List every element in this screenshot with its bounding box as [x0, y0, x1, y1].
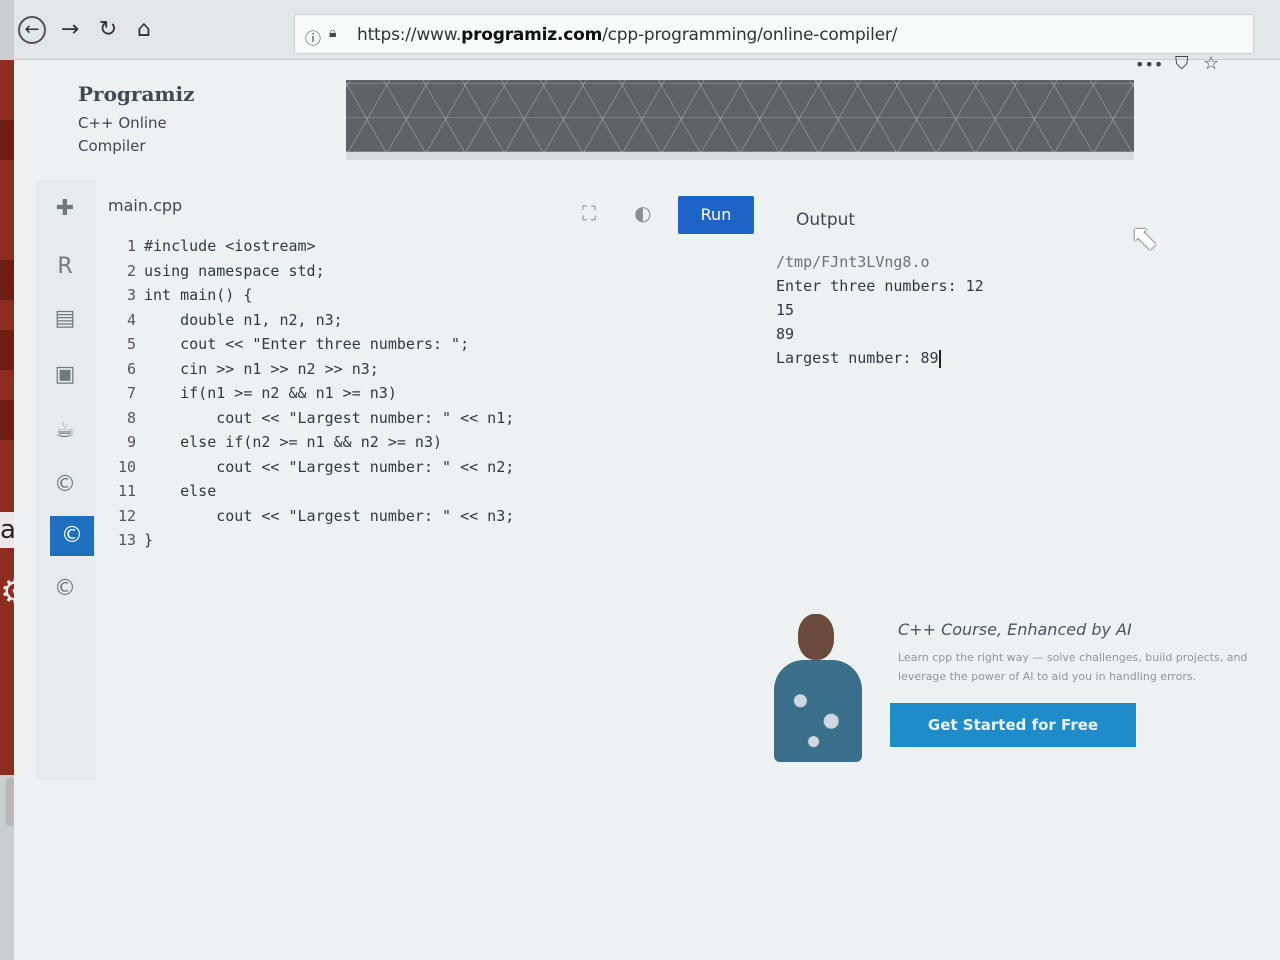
header-banner[interactable] — [346, 80, 1134, 160]
line-number: 4 — [126, 310, 136, 329]
code-text: cout << "Enter three numbers: "; — [144, 335, 470, 353]
code-text: cin >> n1 >> n2 >> n3; — [144, 359, 379, 378]
home-icon[interactable]: ⌂ — [130, 16, 158, 44]
ad-description: Learn cpp the right way — solve challeng… — [898, 651, 1248, 683]
language-sidebar: ✚ R ▤ ▣ ☕ © © © — [36, 180, 96, 780]
line-number: 13 — [117, 531, 136, 549]
file-tab-main-cpp[interactable]: main.cpp — [108, 196, 182, 215]
code-text: #include <iostream> — [144, 237, 316, 255]
line-number: 7 — [126, 384, 136, 402]
url-text[interactable]: https://www.programiz.com/cpp-programmin… — [357, 25, 897, 45]
code-line[interactable]: 7 if(n1 >= n2 && n1 >= n3) — [106, 381, 666, 406]
python-icon[interactable]: ✚ — [50, 194, 80, 224]
csharp-icon[interactable]: © — [50, 574, 80, 604]
lock-icon: 🔒︎ — [329, 25, 337, 41]
fullscreen-icon[interactable]: ⛶ — [574, 198, 604, 228]
output-line: 15 — [776, 301, 795, 319]
forward-arrow-icon[interactable]: → — [56, 16, 84, 44]
code-line[interactable]: 3 int main() { — [106, 283, 666, 308]
output-line: Largest number: 89 — [776, 349, 941, 368]
line-number: 8 — [126, 408, 136, 427]
code-line[interactable]: 9 else if(n2 >= n1 && n2 >= n3) — [106, 430, 666, 455]
back-arrow-icon[interactable]: ← — [18, 16, 46, 44]
line-number: 2 — [126, 261, 136, 280]
cpp-language-icon[interactable]: © — [50, 516, 94, 556]
mouse-pointer-icon: ⬉ — [1130, 218, 1159, 258]
run-button[interactable]: Run — [678, 196, 754, 234]
text-cursor — [938, 349, 941, 368]
programiz-logo[interactable]: Programiz — [78, 82, 195, 106]
pocket-icon[interactable]: ⛉ — [1175, 53, 1189, 74]
reload-icon[interactable]: ↻ — [94, 16, 122, 44]
c-language-icon[interactable]: © — [50, 470, 80, 500]
output-line: Enter three numbers: 12 — [776, 277, 984, 295]
r-language-icon[interactable]: R — [50, 252, 80, 282]
line-number: 3 — [126, 286, 136, 304]
browser-window: ← → ↻ ⌂ ⓘ 🔒︎ https://www.programiz.com/c… — [14, 0, 1280, 960]
page-actions-menu-icon[interactable]: ••• — [1135, 55, 1163, 74]
code-line[interactable]: 11 else — [106, 479, 666, 504]
output-line: 89 — [776, 325, 795, 343]
line-number: 5 — [126, 335, 136, 353]
code-line[interactable]: 12 cout << "Largest number: " << n3; — [106, 504, 666, 529]
code-line[interactable]: 10 cout << "Largest number: " << n2; — [106, 455, 666, 480]
bookmark-star-icon[interactable]: ☆ — [1203, 53, 1219, 74]
line-number: 6 — [126, 359, 136, 378]
html-icon[interactable]: ▣ — [50, 360, 80, 390]
line-number: 10 — [117, 457, 136, 476]
url-bar[interactable]: ⓘ 🔒︎ https://www.programiz.com/cpp-progr… — [294, 14, 1254, 74]
output-line: /tmp/FJnt3LVng8.o — [776, 253, 930, 271]
code-text: } — [144, 531, 154, 549]
browser-toolbar: ← → ↻ ⌂ ⓘ 🔒︎ https://www.programiz.com/c… — [14, 0, 1280, 74]
code-line[interactable]: 1 #include <iostream> — [106, 234, 666, 259]
code-editor[interactable]: 1 #include <iostream> 2 using namespace st… — [106, 234, 666, 553]
code-text: else — [144, 482, 217, 500]
code-line[interactable]: 5 cout << "Enter three numbers: "; — [106, 332, 666, 357]
line-number: 1 — [126, 237, 136, 255]
code-text: if(n1 >= n2 && n1 >= n3) — [144, 384, 397, 402]
output-label: Output — [796, 210, 856, 230]
code-text: int main() { — [144, 286, 253, 304]
code-text: else if(n2 >= n1 && n2 >= n3) — [144, 433, 443, 451]
sql-icon[interactable]: ▤ — [50, 304, 80, 334]
line-number: 9 — [126, 433, 136, 451]
brand-block[interactable]: Programiz C++ Online Compiler — [78, 82, 195, 158]
code-line[interactable]: 8 cout << "Largest number: " << n1; — [106, 406, 666, 431]
code-text: cout << "Largest number: " << n2; — [144, 457, 515, 476]
code-line[interactable]: 13} — [106, 528, 666, 553]
page-subtitle: C++ Online Compiler — [78, 114, 167, 155]
code-line[interactable]: 6 cin >> n1 >> n2 >> n3; — [106, 357, 666, 382]
code-text: cout << "Largest number: " << n3; — [144, 506, 515, 525]
line-number: 12 — [117, 506, 136, 525]
ad-title[interactable]: C++ Course, Enhanced by AI — [898, 620, 1132, 639]
info-icon[interactable]: ⓘ — [305, 25, 321, 49]
line-number: 11 — [117, 482, 136, 500]
code-text: using namespace std; — [144, 261, 325, 280]
code-text: cout << "Largest number: " << n1; — [144, 408, 515, 427]
output-console[interactable]: /tmp/FJnt3LVng8.o Enter three numbers: 1… — [776, 250, 984, 370]
code-line[interactable]: 2 using namespace std; — [106, 259, 666, 284]
get-started-button[interactable]: Get Started for Free — [890, 703, 1136, 747]
theme-toggle-icon[interactable]: ◐ — [628, 198, 658, 228]
ad-person-image — [770, 608, 864, 762]
code-line[interactable]: 4 double n1, n2, n3; — [106, 308, 666, 333]
java-icon[interactable]: ☕ — [50, 416, 80, 446]
code-text: double n1, n2, n3; — [144, 310, 343, 329]
